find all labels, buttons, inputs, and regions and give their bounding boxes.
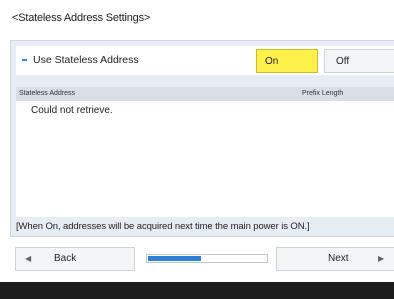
address-list-header: Stateless Address Prefix Length [16,87,394,101]
next-button[interactable]: Next ▶ [276,247,394,271]
on-button[interactable]: On [256,49,318,73]
off-button[interactable]: Off [324,49,394,73]
progress-fill [148,256,201,261]
bullet-icon [22,59,27,61]
next-button-label: Next [328,253,349,264]
progress-bar [146,254,268,263]
column-header-prefix-length: Prefix Length [302,90,344,97]
column-header-stateless-address: Stateless Address [19,90,76,97]
use-stateless-address-row: Use Stateless Address On Off [16,46,394,75]
empty-message: Could not retrieve. [31,105,113,116]
back-button[interactable]: ◀ Back [15,247,135,271]
back-button-label: Back [54,253,77,264]
status-bar [0,282,394,299]
left-arrow-icon: ◀ [25,254,32,263]
address-list: Could not retrieve. [16,101,394,217]
settings-panel: Use Stateless Address On Off Stateless A… [10,40,394,237]
option-label: Use Stateless Address [33,54,139,66]
screen-title: <Stateless Address Settings> [12,12,151,24]
info-note: [When On, addresses will be acquired nex… [16,221,310,232]
right-arrow-icon: ▶ [378,254,385,263]
